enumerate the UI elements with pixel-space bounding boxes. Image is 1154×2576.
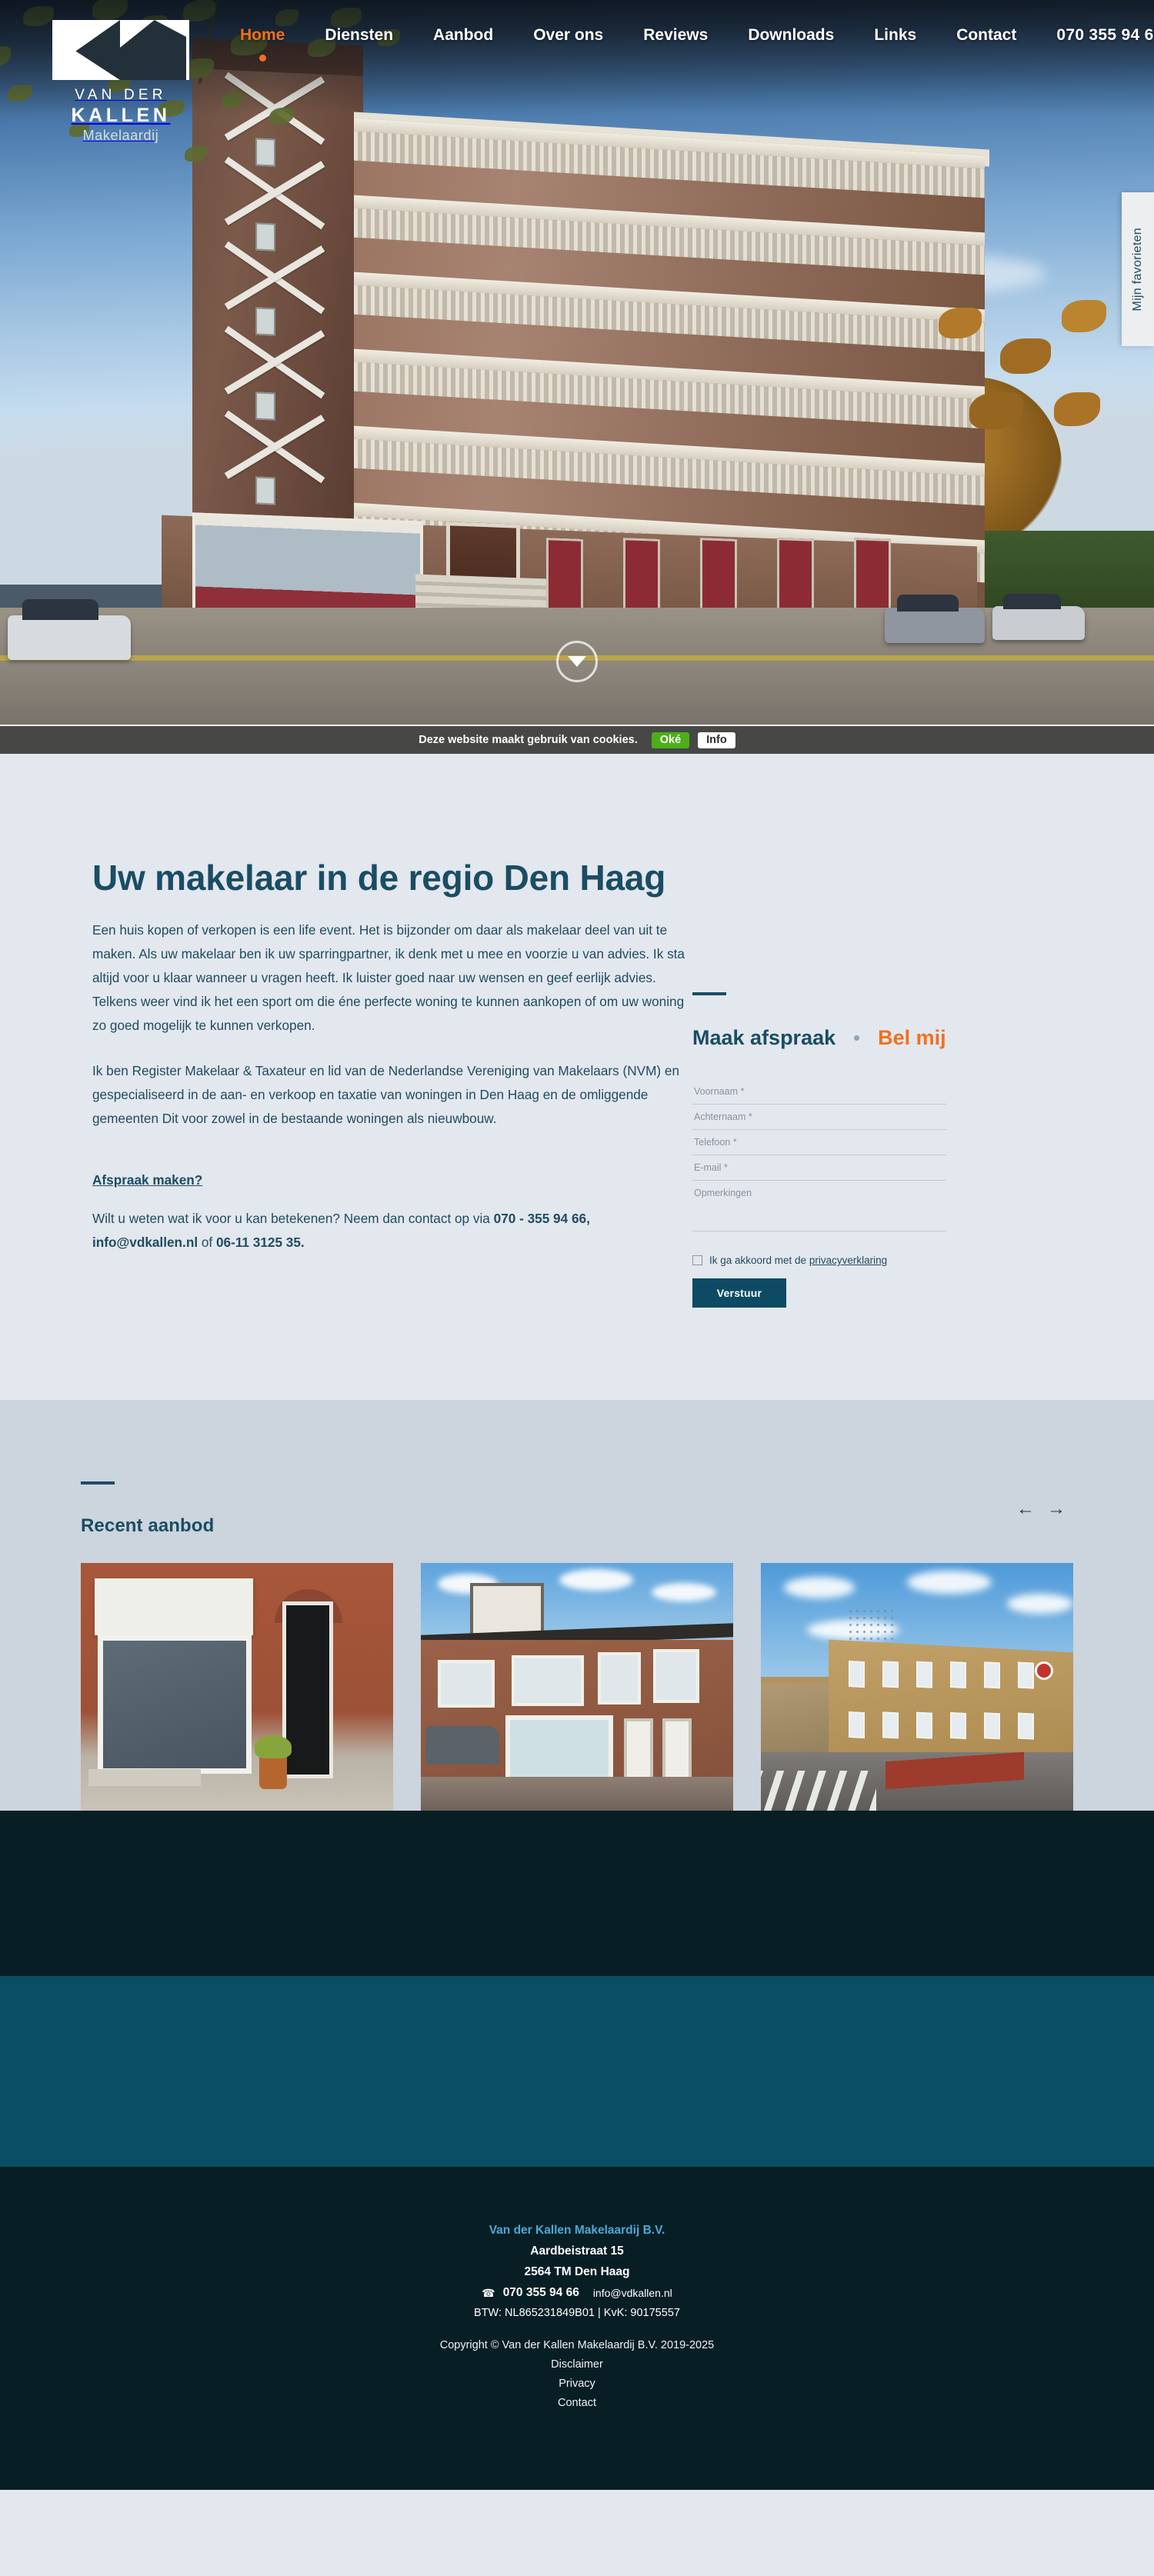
contact-email[interactable]: info@vdkallen.nl xyxy=(92,1235,198,1250)
phone-icon: ☎ xyxy=(482,2286,495,2299)
submit-button[interactable]: Verstuur xyxy=(692,1278,786,1308)
recent-listings-title: Recent aanbod xyxy=(81,1515,215,1536)
listing-photo xyxy=(761,1563,1073,1811)
logo-line-2: KALLEN xyxy=(71,105,171,126)
intro-paragraph-1: Een huis kopen of verkopen is een life e… xyxy=(92,922,685,1033)
footer-street: Aardbeistraat 15 xyxy=(530,2244,624,2258)
page-title: Uw makelaar in de regio Den Haag xyxy=(92,858,666,898)
listing-card[interactable] xyxy=(761,1563,1073,1811)
footer-city: 2564 TM Den Haag xyxy=(524,2265,630,2278)
tab-maak-afspraak[interactable]: Maak afspraak xyxy=(692,1026,835,1050)
listing-photo xyxy=(81,1563,393,1811)
intro-paragraph-2: Ik ben Register Makelaar & Taxateur en l… xyxy=(92,1063,680,1126)
apartment-building xyxy=(162,37,989,663)
cookie-accept-button[interactable]: Oké xyxy=(651,731,690,748)
nav-item-reviews[interactable]: Reviews xyxy=(643,26,708,45)
cookie-info-button[interactable]: Info xyxy=(698,731,735,748)
listing-photo xyxy=(421,1563,733,1811)
nav-item-links[interactable]: Links xyxy=(874,26,916,45)
intro-text-column: Uw makelaar in de regio Den Haag Een hui… xyxy=(0,857,692,1308)
footer-link-privacy[interactable]: Privacy xyxy=(0,2378,1154,2390)
opmerkingen-input[interactable] xyxy=(692,1181,946,1231)
parked-car xyxy=(885,595,985,643)
footer-link-contact[interactable]: Contact xyxy=(0,2397,1154,2409)
listing-cards xyxy=(81,1563,1073,1811)
contact-mid-text: of xyxy=(198,1235,216,1250)
listing-card[interactable] xyxy=(421,1563,733,1811)
site-footer: Van der Kallen Makelaardij B.V. Aardbeis… xyxy=(0,2167,1154,2490)
intro-bottom-spacer xyxy=(0,1308,1154,1400)
nav-item-aanbod[interactable]: Aanbod xyxy=(433,26,493,45)
tab-separator-dot xyxy=(854,1035,860,1041)
parked-car xyxy=(992,594,1085,640)
voornaam-input[interactable] xyxy=(692,1079,946,1105)
vdk-arrows-logo-icon xyxy=(52,20,189,80)
footer-link-disclaimer[interactable]: Disclaimer xyxy=(0,2358,1154,2371)
section-rule xyxy=(692,992,726,995)
carousel-controls[interactable]: ← → xyxy=(1010,1500,1072,1518)
consent-text: Ik ga akkoord met de xyxy=(709,1255,809,1266)
scroll-down-button[interactable] xyxy=(556,641,598,682)
recent-listings-section: Recent aanbod ← → xyxy=(0,1400,1154,1811)
footer-copyright: Copyright © Van der Kallen Makelaardij B… xyxy=(439,2339,715,2351)
dark-band xyxy=(0,1811,1154,1976)
intro-section: Uw makelaar in de regio Den Haag Een hui… xyxy=(0,754,1154,1308)
main-navigation[interactable]: VAN DER KALLEN Makelaardij Home Diensten… xyxy=(0,0,1154,143)
teal-band xyxy=(0,1976,1154,2167)
nav-menu[interactable]: Home Diensten Aanbod Over ons Reviews Do… xyxy=(240,26,1154,62)
arrow-left-icon[interactable]: ← xyxy=(1010,1500,1041,1518)
footer-tax-info: BTW: NL865231849B01 | KvK: 90175557 xyxy=(474,2307,680,2319)
parked-car xyxy=(8,599,131,660)
nav-item-downloads[interactable]: Downloads xyxy=(748,26,834,45)
listing-card[interactable] xyxy=(81,1563,393,1811)
footer-email[interactable]: info@vdkallen.nl xyxy=(593,2287,672,2299)
appointment-link[interactable]: Afspraak maken? xyxy=(92,1172,202,1188)
foliage-right xyxy=(908,292,1154,546)
site-logo[interactable]: VAN DER KALLEN Makelaardij xyxy=(52,20,189,144)
cookie-message: Deze website maakt gebruik van cookies. xyxy=(419,734,638,746)
contact-lead-text: Wilt u weten wat ik voor u kan betekenen… xyxy=(92,1211,494,1226)
email-input[interactable] xyxy=(692,1155,946,1181)
arrow-right-icon[interactable]: → xyxy=(1041,1500,1072,1518)
my-favorites-label: Mijn favorieten xyxy=(1131,227,1144,312)
consent-label: Ik ga akkoord met de privacyverklaring xyxy=(709,1255,887,1266)
contact-phone[interactable]: 070 - 355 94 66, xyxy=(494,1211,590,1226)
hero-section: VAN DER KALLEN Makelaardij Home Diensten… xyxy=(0,0,1154,754)
footer-contact-row[interactable]: ☎ 070 355 94 66 info@vdkallen.nl xyxy=(0,2286,1154,2300)
chevron-down-circle-icon xyxy=(568,656,586,667)
footer-company-name: Van der Kallen Makelaardij B.V. xyxy=(489,2224,665,2237)
telefoon-input[interactable] xyxy=(692,1130,946,1155)
my-favorites-tab[interactable]: Mijn favorieten xyxy=(1122,192,1154,346)
section-rule xyxy=(81,1481,115,1485)
form-tabs[interactable]: Maak afspraak Bel mij xyxy=(692,1026,1154,1050)
shopfront xyxy=(192,512,423,622)
cookie-banner[interactable]: Deze website maakt gebruik van cookies. … xyxy=(0,725,1154,754)
footer-phone[interactable]: 070 355 94 66 xyxy=(503,2286,579,2300)
intro-contact-line: Wilt u weten wat ik voor u kan betekenen… xyxy=(92,1207,686,1255)
nav-item-contact[interactable]: Contact xyxy=(956,26,1016,45)
nav-item-home[interactable]: Home xyxy=(240,26,285,62)
nav-item-diensten[interactable]: Diensten xyxy=(325,26,393,45)
contact-mobile[interactable]: 06-11 3125 35. xyxy=(216,1235,305,1250)
appointment-form[interactable]: Ik ga akkoord met de privacyverklaring V… xyxy=(692,1079,1154,1308)
privacy-checkbox[interactable] xyxy=(692,1255,702,1265)
logo-line-3: Makelaardij xyxy=(82,128,159,143)
achternaam-input[interactable] xyxy=(692,1105,946,1130)
nav-phone-number[interactable]: 070 355 94 66 xyxy=(1056,26,1154,45)
logo-line-1: VAN DER xyxy=(75,87,167,103)
consent-row[interactable]: Ik ga akkoord met de privacyverklaring xyxy=(692,1255,1154,1266)
appointment-form-column: Maak afspraak Bel mij Ik ga akkoord met … xyxy=(692,857,1154,1308)
recent-header: Recent aanbod ← → xyxy=(81,1481,1073,1537)
tab-bel-mij[interactable]: Bel mij xyxy=(878,1026,946,1050)
privacy-policy-link[interactable]: privacyverklaring xyxy=(809,1255,887,1266)
nav-item-over-ons[interactable]: Over ons xyxy=(533,26,603,45)
